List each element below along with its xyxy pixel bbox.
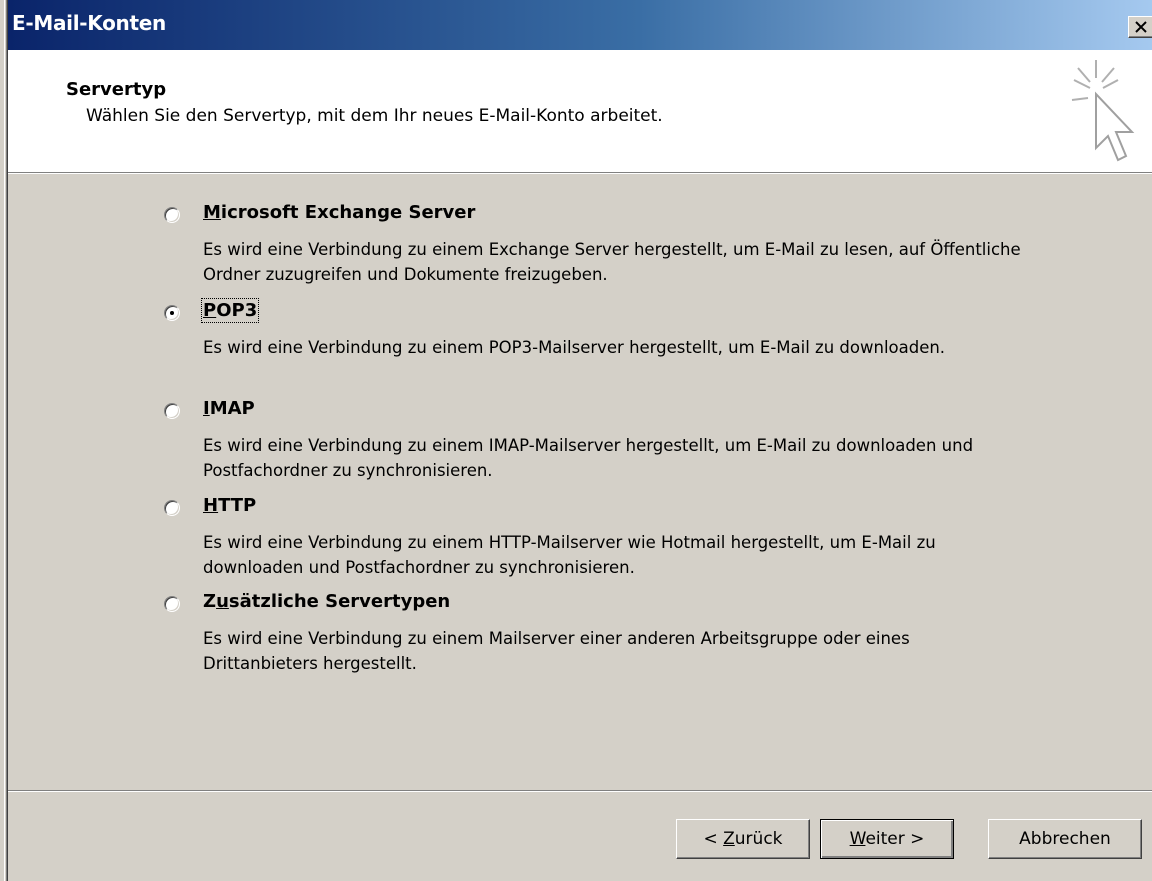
wizard-header: Servertyp Wählen Sie den Servertyp, mit … (8, 50, 1152, 174)
next-button[interactable]: Weiter > (820, 819, 954, 859)
option-description-additional-server-types: Es wird eine Verbindung zu einem Mailser… (203, 629, 910, 673)
option-label-pop3[interactable]: POP3 (200, 298, 260, 323)
footer-divider (8, 790, 1152, 792)
close-button[interactable] (1128, 16, 1152, 38)
email-accounts-dialog: E-Mail-Konten Servertyp Wählen Sie den S… (0, 0, 1152, 881)
page-title: Servertyp (66, 79, 167, 100)
title-bar[interactable]: E-Mail-Konten (8, 0, 1152, 50)
radio-exchange[interactable] (164, 207, 180, 223)
cancel-button[interactable]: Abbrechen (988, 819, 1142, 859)
radio-imap[interactable] (164, 403, 180, 419)
option-description-exchange: Es wird eine Verbindung zu einem Exchang… (203, 240, 1021, 284)
option-label-imap[interactable]: IMAP (203, 398, 255, 419)
radio-pop3[interactable] (164, 305, 180, 321)
radio-additional-server-types[interactable] (164, 596, 180, 612)
option-description-http: Es wird eine Verbindung zu einem HTTP-Ma… (203, 533, 936, 577)
option-description-imap: Es wird eine Verbindung zu einem IMAP-Ma… (203, 436, 974, 480)
option-label-exchange[interactable]: Microsoft Exchange Server (203, 202, 475, 223)
radio-selected-dot (170, 311, 174, 315)
server-type-options: Microsoft Exchange Server Es wird eine V… (8, 175, 1152, 790)
page-subtitle: Wählen Sie den Servertyp, mit dem Ihr ne… (86, 106, 663, 126)
option-label-http[interactable]: HTTP (203, 495, 256, 516)
window-title: E-Mail-Konten (12, 11, 166, 35)
radio-http[interactable] (164, 500, 180, 516)
option-description-pop3: Es wird eine Verbindung zu einem POP3-Ma… (203, 338, 946, 357)
cursor-sparkle-icon (1071, 60, 1135, 162)
close-icon (1135, 21, 1147, 33)
back-button[interactable]: < Zurück (676, 819, 810, 859)
option-label-additional-server-types[interactable]: Zusätzliche Servertypen (203, 591, 450, 612)
